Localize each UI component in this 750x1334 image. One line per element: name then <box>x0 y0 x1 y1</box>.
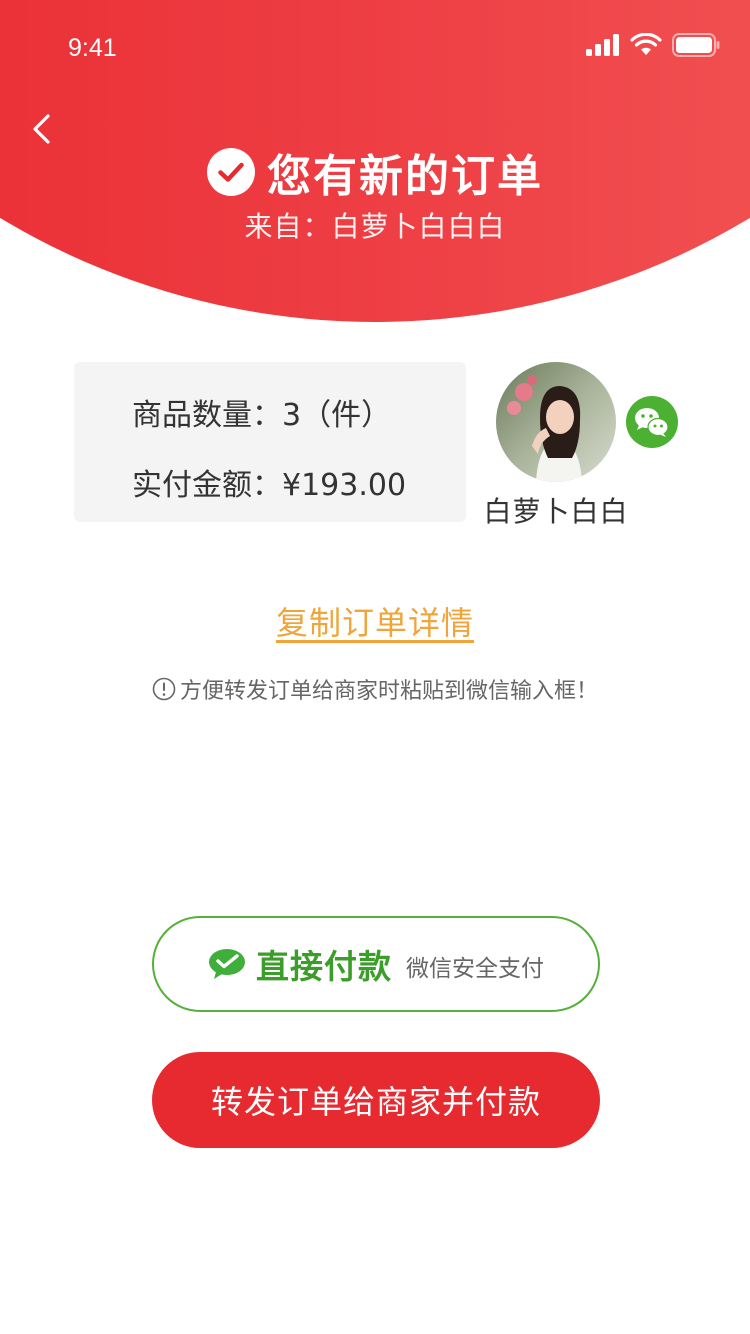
wechat-pay-icon <box>208 948 246 980</box>
order-summary-card: 商品数量： 3（件） 实付金额： ¥193.00 <box>74 362 466 522</box>
avatar <box>496 362 616 482</box>
check-circle-icon <box>207 148 255 196</box>
copy-order-details-link[interactable]: 复制订单详情 <box>276 604 474 642</box>
direct-pay-sublabel: 微信安全支付 <box>406 956 544 982</box>
order-source: 来自：白萝卜白白白 <box>244 210 506 243</box>
quantity-value: 3（件） <box>282 398 392 433</box>
direct-pay-button[interactable]: 直接付款 微信安全支付 <box>152 916 600 1012</box>
page-title-row: 您有新的订单 <box>0 140 750 204</box>
tip-text: 方便转发订单给商家时粘贴到微信输入框！ <box>179 679 598 704</box>
quantity-label: 商品数量： <box>132 398 282 433</box>
amount-value: ¥193.00 <box>282 468 407 503</box>
forward-order-label: 转发订单给商家并付款 <box>210 1083 541 1121</box>
direct-pay-label: 直接付款 <box>256 947 392 986</box>
wifi-icon <box>630 33 662 57</box>
page-title: 您有新的订单 <box>267 151 543 202</box>
copy-order-details-row: 复制订单详情 <box>0 598 750 644</box>
quantity-row: 商品数量： 3（件） <box>132 390 391 434</box>
wechat-icon <box>626 396 678 448</box>
amount-row: 实付金额： ¥193.00 <box>132 460 406 504</box>
status-icons <box>586 33 720 57</box>
signal-icon <box>586 34 620 56</box>
buyer-name: 白萝卜白白 <box>483 495 629 528</box>
forward-order-button[interactable]: 转发订单给商家并付款 <box>152 1052 600 1148</box>
order-header: 9:41 您有新的订单 来自：白萝卜白白白 <box>0 0 750 330</box>
battery-icon <box>672 33 720 57</box>
status-time: 9:41 <box>68 34 117 62</box>
amount-label: 实付金额： <box>132 468 282 503</box>
tip-row: 方便转发订单给商家时粘贴到微信输入框！ <box>0 673 750 705</box>
info-icon <box>152 677 176 701</box>
